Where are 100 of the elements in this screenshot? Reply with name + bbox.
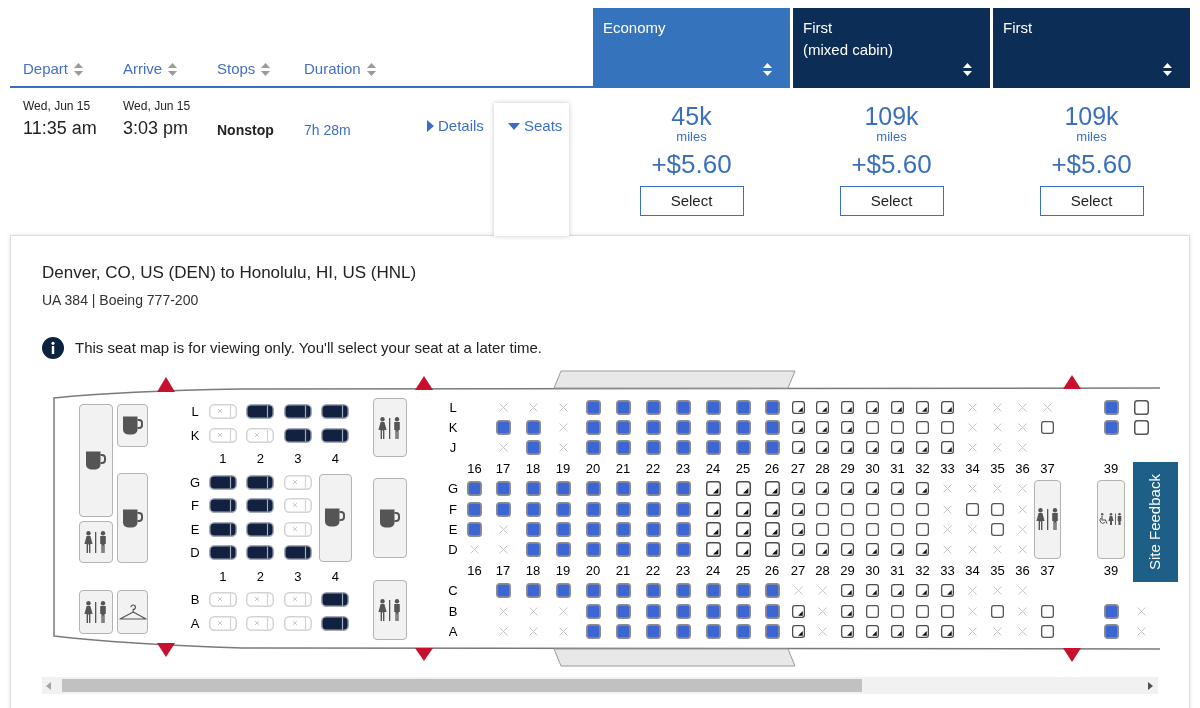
sort-header[interactable]: Stops [217,59,271,79]
seat-letter: L [191,404,199,420]
fare-column-header[interactable]: First (mixed cabin) [793,8,990,88]
arrive-date: Wed, Jun 15 [123,98,191,114]
accessible-restroom-icon [1099,513,1123,526]
row-number: 30 [865,562,880,578]
row-number: 37 [1040,460,1055,476]
restroom-icon [378,416,402,439]
row-number: 17 [495,562,511,578]
seat-letter: A [190,615,200,631]
arrive-time: 3:03 pm [123,117,189,140]
exit-marker-icon [1063,375,1081,389]
miles-amount: 109k [1064,102,1119,130]
miles-amount: 109k [864,102,919,130]
fare-column-header[interactable]: Economy [593,8,790,88]
sort-icon [963,63,972,76]
seat-letter: C [448,583,458,599]
miles-unit: miles [1076,130,1107,144]
seat-letter: J [449,440,457,456]
row-number: 19 [555,460,571,476]
exit-marker-icon [157,377,175,392]
flight-info: UA 384 | Boeing 777-200 [42,291,200,310]
select-button[interactable]: Select [1039,186,1144,216]
restroom-icon [378,599,402,621]
seat-letter: B [448,603,458,619]
row-number: 31 [890,460,905,476]
exit-marker-icon [415,648,433,661]
exit-marker-icon [1063,648,1081,662]
row-number: 39 [1103,562,1119,578]
sort-header[interactable]: Duration [304,59,376,79]
sort-icon [74,62,84,76]
row-number: 1 [219,451,227,467]
row-number: 21 [615,460,631,476]
sort-icon [763,63,772,76]
restroom-icon [1035,508,1060,531]
exit-marker-icon [157,643,175,657]
row-number: 24 [705,562,721,578]
info-icon [42,337,64,359]
notice-text: This seat map is for viewing only. You'll select your seat at a later time. [75,338,542,358]
seat-letter: G [189,474,201,490]
row-number: 37 [1040,562,1055,578]
row-number: 2 [256,568,264,584]
row-number: 28 [815,460,830,476]
row-number: 32 [915,562,930,578]
row-number: 34 [965,562,980,578]
row-number: 26 [764,460,780,476]
row-number: 4 [331,568,339,584]
row-number: 23 [675,460,691,476]
seats-tab[interactable]: Seats [494,103,569,236]
row-number: 39 [1103,460,1119,476]
depart-date: Wed, Jun 15 [23,98,91,114]
row-number: 18 [525,562,541,578]
row-number: 17 [495,460,511,476]
row-number: 27 [790,460,806,476]
row-number: 35 [990,460,1005,476]
scroll-left-icon[interactable] [46,681,51,690]
seat-letter: F [191,498,199,514]
row-number: 27 [790,562,806,578]
row-number: 26 [764,562,780,578]
sort-icon [366,62,376,76]
caret-right-icon [427,120,434,132]
row-number: 20 [585,562,601,578]
scrollbar-thumb[interactable] [62,679,862,692]
mug-icon [122,507,143,529]
sort-header[interactable]: Arrive [123,59,178,79]
details-link[interactable]: Details [427,98,484,136]
seat-letter: D [448,542,458,558]
row-number: 36 [1015,460,1030,476]
restroom-icon [84,531,108,553]
sort-icon [168,62,178,76]
row-number: 29 [840,460,855,476]
row-number: 19 [555,562,571,578]
row-number: 30 [865,460,880,476]
row-number: 29 [840,562,855,578]
row-number: 4 [331,451,339,467]
seat-letter: G [447,481,459,497]
row-number: 22 [645,562,661,578]
miles-unit: miles [676,130,707,144]
feedback-tab[interactable]: Site Feedback [1133,462,1178,582]
seat-letter: F [449,501,457,517]
seat-letter: E [190,521,200,537]
row-number: 33 [940,562,955,578]
row-number: 16 [467,562,482,578]
seat-letter: K [190,427,200,443]
scroll-right-icon[interactable] [1148,681,1153,690]
sort-header[interactable]: Depart [23,59,84,79]
miles-unit: miles [876,130,907,144]
row-number: 3 [294,568,302,584]
sort-icon [261,62,271,76]
row-number: 22 [645,460,661,476]
select-button[interactable]: Select [639,186,744,216]
row-number: 16 [467,460,482,476]
fare-column-header[interactable]: First [993,8,1190,88]
row-number: 33 [940,460,955,476]
price-text: +$5.60 [851,149,932,179]
row-number: 2 [256,451,264,467]
select-button[interactable]: Select [839,186,944,216]
seat-letter: K [448,420,458,436]
seat-letter: B [190,592,200,608]
seat-letter: L [449,399,457,415]
